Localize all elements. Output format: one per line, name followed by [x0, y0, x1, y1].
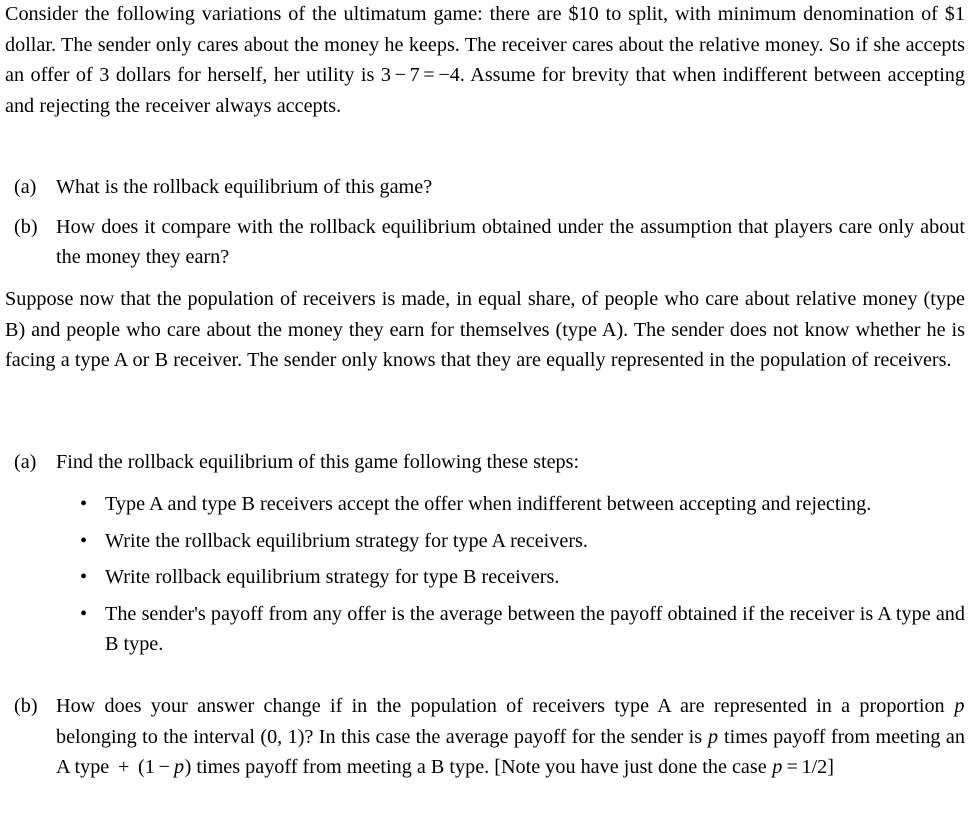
question-item-1a: (a) What is the rollback equilibrium of …	[0, 172, 979, 203]
math-plus-operator: +	[117, 756, 130, 779]
bullet-text-2: Write the rollback equilibrium strategy …	[105, 529, 588, 552]
second-question-list: (a) Find the rollback equilibrium of thi…	[0, 447, 979, 478]
final-text-segment-2: belonging to the interval	[56, 725, 261, 748]
math-variable-p-2: p	[708, 725, 719, 748]
math-rhs: 7	[409, 64, 420, 87]
math-result: −4	[438, 64, 460, 87]
question-label-1b: (b)	[14, 215, 38, 238]
second-paragraph: Suppose now that the population of recei…	[5, 284, 965, 376]
bullet-text-4: The sender's payoff from any offer is th…	[105, 602, 965, 656]
question-label-1a: (a)	[14, 176, 37, 198]
final-text-segment-6: times payoff from meeting a B type. [Not…	[191, 756, 772, 779]
bullet-point-icon: •	[80, 529, 88, 552]
utility-math-expression: 3−7 = −4	[381, 64, 460, 86]
math-interval-notation: (0, 1)	[260, 725, 305, 748]
bullet-point-icon: •	[80, 602, 88, 625]
math-variable-p-1: p	[954, 695, 965, 717]
final-text-segment-1: How does your answer change if in the po…	[56, 695, 954, 717]
bullet-point-icon: •	[80, 493, 88, 515]
bullet-item-1: • Type A and type B receivers accept the…	[0, 489, 979, 520]
math-expr-minus: −	[158, 756, 170, 779]
question-text-2a: Find the rollback equilibrium of this ga…	[56, 451, 580, 473]
math-minus-operator: −	[394, 64, 406, 87]
question-label-2b: (b)	[14, 695, 38, 717]
question-item-2a: (a) Find the rollback equilibrium of thi…	[0, 447, 979, 478]
question-text-1b: How does it compare with the rollback eq…	[56, 215, 965, 269]
bullet-text-1: Type A and type B receivers accept the o…	[105, 493, 872, 515]
bullet-item-4: • The sender's payoff from any offer is …	[0, 599, 979, 660]
steps-bullet-list: • Type A and type B receivers accept the…	[0, 489, 979, 660]
bullet-item-2: • Write the rollback equilibrium strateg…	[0, 526, 979, 557]
document-page: Consider the following variations of the…	[0, 0, 979, 824]
bullet-item-3: • Write rollback equilibrium strategy fo…	[0, 562, 979, 593]
math-expression-one-minus-p: (1− p)	[138, 756, 191, 778]
final-question-list: (b) How does your answer change if in the…	[0, 691, 979, 783]
question-item-2b: (b) How does your answer change if in the…	[0, 691, 979, 783]
intro-paragraph: Consider the following variations of the…	[5, 0, 965, 121]
bullet-text-3: Write rollback equilibrium strategy for …	[105, 566, 560, 589]
math-variable-p-3: p	[173, 756, 185, 779]
math-lhs: 3	[380, 64, 391, 87]
math-variable-p-4: p	[772, 756, 783, 779]
math-fraction-half: 1/2	[801, 756, 828, 779]
question-text-1a: What is the rollback equilibrium of this…	[56, 176, 433, 198]
final-text-segment-7: ]	[827, 756, 834, 779]
first-question-list: (a) What is the rollback equilibrium of …	[0, 172, 979, 273]
bullet-point-icon: •	[80, 566, 88, 589]
question-item-1b: (b) How does it compare with the rollbac…	[0, 212, 979, 273]
second-paragraph-text: Suppose now that the population of recei…	[5, 288, 965, 372]
math-equals-operator: =	[423, 64, 435, 87]
math-expr-open-paren: (1	[138, 756, 155, 779]
math-equals-sign: =	[786, 756, 798, 779]
final-text-segment-3: ? In this case the average payoff for th…	[304, 725, 708, 748]
question-label-2a: (a)	[14, 451, 37, 473]
